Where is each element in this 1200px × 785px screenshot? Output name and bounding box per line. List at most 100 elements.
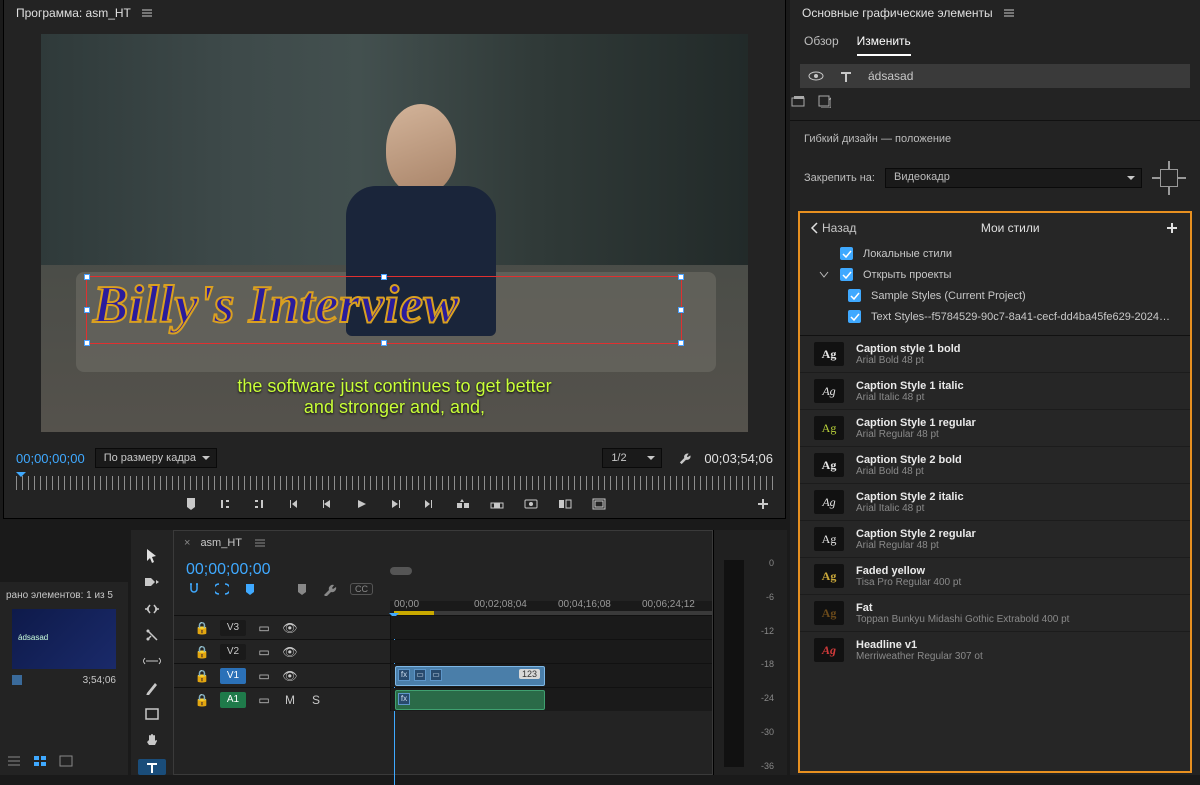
track-a1[interactable]: 🔒A1▭MS fx bbox=[174, 687, 712, 711]
track-v3[interactable]: 🔒V3▭👁 bbox=[174, 615, 712, 639]
settings-wrench-icon[interactable] bbox=[678, 450, 694, 466]
toggle-output-icon[interactable]: ▭ bbox=[256, 668, 272, 684]
zoom-fit-dropdown[interactable]: По размеру кадра bbox=[95, 448, 217, 468]
bin-thumbnail[interactable]: ádsasad bbox=[12, 609, 116, 669]
pin-widget[interactable] bbox=[1152, 161, 1186, 195]
toggle-output-icon[interactable]: ▭ bbox=[256, 644, 272, 660]
mute-icon[interactable]: M bbox=[282, 692, 298, 708]
style-item[interactable]: Ag Headline v1 Merriweather Regular 307 … bbox=[800, 631, 1190, 668]
captions-cc-icon[interactable]: CC bbox=[350, 583, 373, 595]
audio-clip[interactable]: fx bbox=[395, 690, 545, 710]
tc-out[interactable]: 00;03;54;06 bbox=[704, 451, 773, 466]
icon-view-icon[interactable] bbox=[32, 753, 48, 769]
linked-selection-icon[interactable] bbox=[214, 581, 230, 597]
checkbox-checked-icon[interactable] bbox=[848, 310, 861, 323]
solo-icon[interactable]: S bbox=[308, 692, 324, 708]
layer-name[interactable]: ádsasad bbox=[868, 69, 913, 83]
snap-icon[interactable] bbox=[186, 581, 202, 597]
track-v2[interactable]: 🔒V2▭👁 bbox=[174, 639, 712, 663]
razor-tool[interactable] bbox=[138, 627, 166, 643]
filter-local-styles[interactable]: Локальные стили bbox=[800, 243, 1190, 264]
style-item[interactable]: Ag Caption Style 1 italic Arial Italic 4… bbox=[800, 372, 1190, 409]
lock-icon[interactable]: 🔒 bbox=[194, 692, 210, 708]
tc-in[interactable]: 00;00;00;00 bbox=[16, 451, 85, 466]
style-detail: Merriweather Regular 307 ot bbox=[856, 651, 983, 662]
graphic-layer-row[interactable]: ádsasad bbox=[800, 64, 1190, 88]
filter-sample-project[interactable]: Sample Styles (Current Project) bbox=[800, 285, 1190, 306]
toggle-output-icon[interactable]: ▭ bbox=[256, 620, 272, 636]
video-clip[interactable]: fx▭▭ 123 bbox=[395, 666, 545, 686]
hand-tool[interactable] bbox=[138, 732, 166, 748]
checkbox-checked-icon[interactable] bbox=[840, 268, 853, 281]
settings-wrench-icon[interactable] bbox=[322, 581, 338, 597]
chevron-down-icon[interactable] bbox=[818, 271, 830, 279]
add-style-plus-icon[interactable] bbox=[1164, 220, 1180, 236]
safe-margins-icon[interactable] bbox=[591, 496, 607, 512]
style-item[interactable]: Ag Fat Toppan Bunkyu Midashi Gothic Extr… bbox=[800, 594, 1190, 631]
marker-icon[interactable] bbox=[294, 581, 310, 597]
go-to-out-icon[interactable] bbox=[421, 496, 437, 512]
comparison-view-icon[interactable] bbox=[557, 496, 573, 512]
add-marker-icon[interactable] bbox=[242, 581, 258, 597]
style-item[interactable]: Ag Caption Style 2 bold Arial Bold 48 pt bbox=[800, 446, 1190, 483]
lift-icon[interactable] bbox=[455, 496, 471, 512]
back-button[interactable]: Назад bbox=[810, 221, 856, 235]
ripple-edit-tool[interactable] bbox=[138, 601, 166, 617]
checkbox-checked-icon[interactable] bbox=[848, 289, 861, 302]
style-item[interactable]: Ag Faded yellow Tisa Pro Regular 400 pt bbox=[800, 557, 1190, 594]
track-v1[interactable]: 🔒V1▭👁 fx▭▭ 123 bbox=[174, 663, 712, 687]
mark-out-icon[interactable] bbox=[251, 496, 267, 512]
add-marker-icon[interactable] bbox=[183, 496, 199, 512]
panel-menu-icon[interactable] bbox=[139, 5, 155, 21]
pen-tool[interactable] bbox=[138, 680, 166, 696]
timeline-h-scroll[interactable] bbox=[390, 567, 712, 575]
play-icon[interactable] bbox=[353, 496, 369, 512]
tab-edit[interactable]: Изменить bbox=[857, 34, 911, 56]
lock-icon[interactable]: 🔒 bbox=[194, 668, 210, 684]
freeform-view-icon[interactable] bbox=[58, 753, 74, 769]
eye-icon[interactable]: 👁 bbox=[282, 644, 298, 660]
style-item[interactable]: Ag Caption Style 2 regular Arial Regular… bbox=[800, 520, 1190, 557]
toggle-output-icon[interactable]: ▭ bbox=[256, 692, 272, 708]
time-ruler[interactable]: 00;00 00;02;08;04 00;04;16;08 00;06;24;1… bbox=[390, 601, 712, 615]
resolution-dropdown[interactable]: 1/2 bbox=[602, 448, 662, 468]
playhead-icon[interactable] bbox=[16, 472, 26, 482]
step-forward-icon[interactable] bbox=[387, 496, 403, 512]
title-selection-box[interactable]: Billy's Interview bbox=[86, 276, 682, 344]
go-to-in-icon[interactable] bbox=[285, 496, 301, 512]
slip-tool[interactable] bbox=[138, 653, 166, 669]
lock-icon[interactable]: 🔒 bbox=[194, 644, 210, 660]
panel-menu-icon[interactable] bbox=[1001, 5, 1017, 21]
rectangle-tool[interactable] bbox=[138, 706, 166, 722]
lock-icon[interactable]: 🔒 bbox=[194, 620, 210, 636]
style-item[interactable]: Ag Caption style 1 bold Arial Bold 48 pt bbox=[800, 336, 1190, 372]
new-group-icon[interactable] bbox=[790, 93, 806, 109]
program-video-frame[interactable]: Billy's Interview the software just cont… bbox=[41, 34, 748, 432]
mark-in-icon[interactable] bbox=[217, 496, 233, 512]
label-color-icon[interactable] bbox=[12, 675, 22, 685]
selection-tool[interactable] bbox=[138, 548, 166, 564]
close-icon[interactable]: × bbox=[184, 537, 190, 549]
program-time-ruler[interactable] bbox=[16, 476, 773, 490]
eye-icon[interactable] bbox=[808, 68, 824, 84]
panel-menu-icon[interactable] bbox=[252, 535, 268, 551]
type-tool[interactable] bbox=[138, 759, 166, 775]
timeline-tab[interactable]: × asm_HT bbox=[174, 531, 712, 555]
eye-icon[interactable]: 👁 bbox=[282, 668, 298, 684]
step-back-icon[interactable] bbox=[319, 496, 335, 512]
style-item[interactable]: Ag Caption Style 1 regular Arial Regular… bbox=[800, 409, 1190, 446]
track-select-tool[interactable] bbox=[138, 574, 166, 590]
eye-icon[interactable]: 👁 bbox=[282, 620, 298, 636]
extract-icon[interactable] bbox=[489, 496, 505, 512]
filter-open-projects[interactable]: Открыть проекты bbox=[800, 264, 1190, 285]
tab-browse[interactable]: Обзор bbox=[804, 34, 839, 56]
button-editor-plus-icon[interactable] bbox=[755, 496, 771, 512]
export-frame-icon[interactable] bbox=[523, 496, 539, 512]
title-text[interactable]: Billy's Interview bbox=[93, 279, 459, 332]
checkbox-checked-icon[interactable] bbox=[840, 247, 853, 260]
style-item[interactable]: Ag Caption Style 2 italic Arial Italic 4… bbox=[800, 483, 1190, 520]
new-layer-icon[interactable] bbox=[816, 93, 832, 109]
pin-dropdown[interactable]: Видеокадр bbox=[885, 168, 1142, 188]
filter-text-styles-file[interactable]: Text Styles--f5784529-90c7-8a41-cecf-dd4… bbox=[800, 306, 1190, 327]
list-view-icon[interactable] bbox=[6, 753, 22, 769]
